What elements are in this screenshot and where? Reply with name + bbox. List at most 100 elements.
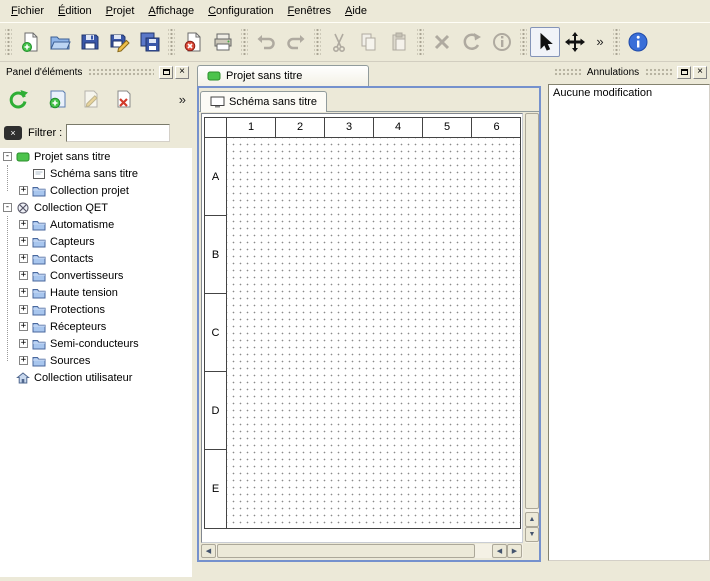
- delete-element-button[interactable]: [110, 85, 138, 113]
- paste-button[interactable]: [384, 27, 414, 57]
- elements-panel-titlebar[interactable]: Panel d'éléments ×: [0, 64, 192, 80]
- element-info-button[interactable]: [487, 27, 517, 57]
- tree-item-semi-conducteurs[interactable]: + Semi-conducteurs: [0, 335, 192, 352]
- menu-affichage[interactable]: Affichage: [141, 2, 201, 20]
- new-element-button[interactable]: [44, 85, 72, 113]
- tree-item-collection-qet[interactable]: -Collection QET: [0, 199, 192, 216]
- undo-empty-state[interactable]: Aucune modification: [549, 85, 709, 101]
- close-project-button[interactable]: [178, 27, 208, 57]
- collapse-expander[interactable]: -: [3, 203, 12, 212]
- open-project-button[interactable]: [45, 27, 75, 57]
- print-button[interactable]: [208, 27, 238, 57]
- pan-mode-button[interactable]: [560, 27, 590, 57]
- scroll-up-button[interactable]: ▲: [525, 512, 539, 527]
- expand-expander[interactable]: +: [19, 356, 28, 365]
- new-document-icon: [19, 31, 41, 53]
- tree-item-protections[interactable]: +Protections: [0, 301, 192, 318]
- horizontal-scrollbar[interactable]: ◀ ◀ ▶: [201, 544, 523, 558]
- delete-button[interactable]: [427, 27, 457, 57]
- save-icon: [79, 31, 101, 53]
- expand-expander[interactable]: +: [19, 339, 28, 348]
- scroll-down-button[interactable]: ▼: [525, 527, 539, 542]
- tree-item-contacts[interactable]: +Contacts: [0, 250, 192, 267]
- tree-item-label: Capteurs: [50, 236, 95, 248]
- expand-expander[interactable]: +: [19, 237, 28, 246]
- collapse-expander[interactable]: -: [3, 152, 12, 161]
- expand-expander[interactable]: +: [19, 220, 28, 229]
- column-header: 1: [227, 118, 276, 137]
- toolbar-grip[interactable]: [314, 29, 321, 55]
- copy-button[interactable]: [354, 27, 384, 57]
- tree-item-automatisme[interactable]: +Automatisme: [0, 216, 192, 233]
- rotate-button[interactable]: [457, 27, 487, 57]
- scroll-left-button[interactable]: ◀: [201, 544, 216, 558]
- tab-schema-sans-titre[interactable]: Schéma sans titre: [200, 91, 327, 112]
- toolbar-grip[interactable]: [613, 29, 620, 55]
- vertical-scrollbar-thumb[interactable]: [525, 113, 539, 509]
- toolbar-grip[interactable]: [168, 29, 175, 55]
- tree-item-capteurs[interactable]: + Capteurs: [0, 233, 192, 250]
- toolbar-grip[interactable]: [5, 29, 12, 55]
- tree-item-sources[interactable]: +Sources: [0, 352, 192, 369]
- toolbar-overflow-button[interactable]: »: [590, 27, 610, 57]
- column-header: 2: [276, 118, 325, 137]
- tree-item-schema[interactable]: Schéma sans titre: [0, 165, 192, 182]
- filter-input[interactable]: [66, 124, 170, 142]
- refresh-icon: [7, 88, 29, 110]
- float-panel-button[interactable]: [159, 66, 173, 79]
- tree-item-recepteurs[interactable]: +Récepteurs: [0, 318, 192, 335]
- vertical-scrollbar[interactable]: ▲ ▼: [525, 113, 539, 543]
- tree-item-convertisseurs[interactable]: +Convertisseurs: [0, 267, 192, 284]
- new-project-button[interactable]: [15, 27, 45, 57]
- reload-collections-button[interactable]: [4, 85, 32, 113]
- drawing-area[interactable]: [227, 138, 520, 528]
- close-document-icon: [182, 31, 204, 53]
- close-panel-button[interactable]: ×: [693, 66, 707, 79]
- folder-icon: [32, 253, 46, 265]
- horizontal-scrollbar-thumb[interactable]: [217, 544, 475, 558]
- scroll-left-button-2[interactable]: ◀: [492, 544, 507, 558]
- expand-expander[interactable]: +: [19, 254, 28, 263]
- menu-projet[interactable]: Projet: [99, 2, 142, 20]
- undo-history-list[interactable]: Aucune modification: [548, 84, 710, 561]
- tree-item-project[interactable]: -Projet sans titre: [0, 148, 192, 165]
- menu-fichier[interactable]: Fichier: [4, 2, 51, 20]
- redo-button[interactable]: [281, 27, 311, 57]
- toolbar-grip[interactable]: [241, 29, 248, 55]
- toolbar-grip[interactable]: [520, 29, 527, 55]
- selection-mode-button[interactable]: [530, 27, 560, 57]
- dock-handle-texture: [88, 68, 154, 76]
- float-panel-button[interactable]: [677, 66, 691, 79]
- tree-item-label: Semi-conducteurs: [50, 338, 139, 350]
- copy-icon: [358, 31, 380, 53]
- about-button[interactable]: [623, 27, 653, 57]
- undo-panel-titlebar[interactable]: Annulations ×: [548, 64, 710, 80]
- save-button[interactable]: [75, 27, 105, 57]
- close-panel-button[interactable]: ×: [175, 66, 189, 79]
- tab-projet-sans-titre[interactable]: Projet sans titre: [197, 65, 369, 86]
- clear-filter-button[interactable]: ×: [4, 126, 22, 140]
- panel-toolbar-overflow-button[interactable]: »: [179, 92, 186, 107]
- expand-expander[interactable]: +: [19, 271, 28, 280]
- menu-fenetres[interactable]: Fenêtres: [281, 2, 338, 20]
- toolbar-grip[interactable]: [417, 29, 424, 55]
- tree-item-haute-tension[interactable]: +Haute tension: [0, 284, 192, 301]
- float-icon: [681, 69, 688, 75]
- scroll-right-button[interactable]: ▶: [507, 544, 522, 558]
- edit-element-button[interactable]: [77, 85, 105, 113]
- expand-expander[interactable]: +: [19, 186, 28, 195]
- expand-expander[interactable]: +: [19, 305, 28, 314]
- expand-expander[interactable]: +: [19, 288, 28, 297]
- tree-item-collection-projet[interactable]: +Collection projet: [0, 182, 192, 199]
- tree-item-collection-utilisateur[interactable]: Collection utilisateur: [0, 369, 192, 386]
- menu-aide[interactable]: Aide: [338, 2, 374, 20]
- menu-configuration[interactable]: Configuration: [201, 2, 280, 20]
- save-all-button[interactable]: [135, 27, 165, 57]
- expand-expander[interactable]: +: [19, 322, 28, 331]
- menu-edition[interactable]: Édition: [51, 2, 99, 20]
- undo-button[interactable]: [251, 27, 281, 57]
- float-icon: [163, 69, 170, 75]
- select-arrow-icon: [534, 31, 556, 53]
- cut-button[interactable]: [324, 27, 354, 57]
- save-as-button[interactable]: [105, 27, 135, 57]
